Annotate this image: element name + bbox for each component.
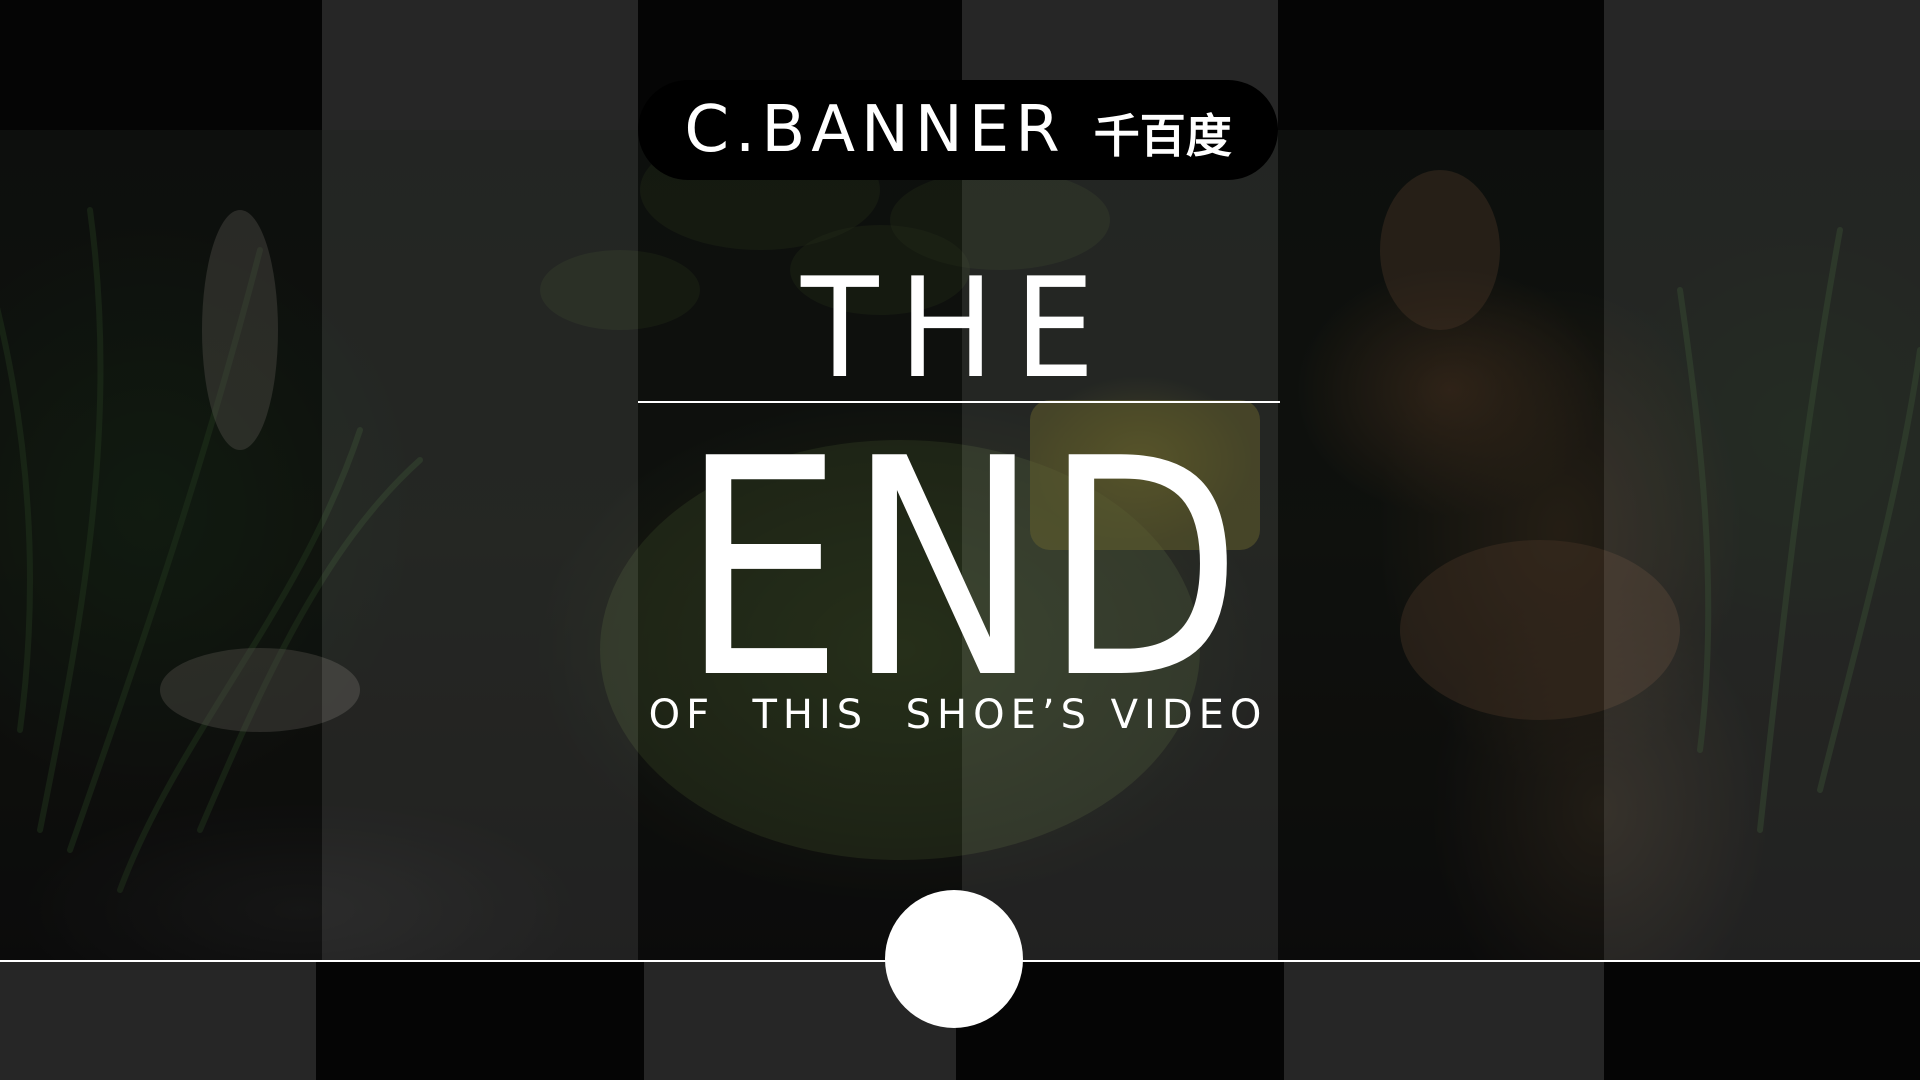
brand-name-cjk: 千百度 [1093,109,1232,163]
title-line-the: THE [801,248,1115,409]
timeline-dot [885,890,1023,1028]
stripe-overlay [322,0,638,1080]
brand-logo: C.BANNER 千百度 [638,80,1278,180]
stripe-overlay [1278,0,1604,1080]
end-slide: C.BANNER 千百度 THE END OF THIS SHOE’S VIDE… [0,0,1920,1080]
stripe-overlay [0,0,322,1080]
brand-name-latin: C.BANNER [684,93,1066,167]
title-line-end: END [680,395,1246,744]
title-subtitle: OF THIS SHOE’S VIDEO [648,692,1268,738]
stripe-overlay [1604,0,1920,1080]
